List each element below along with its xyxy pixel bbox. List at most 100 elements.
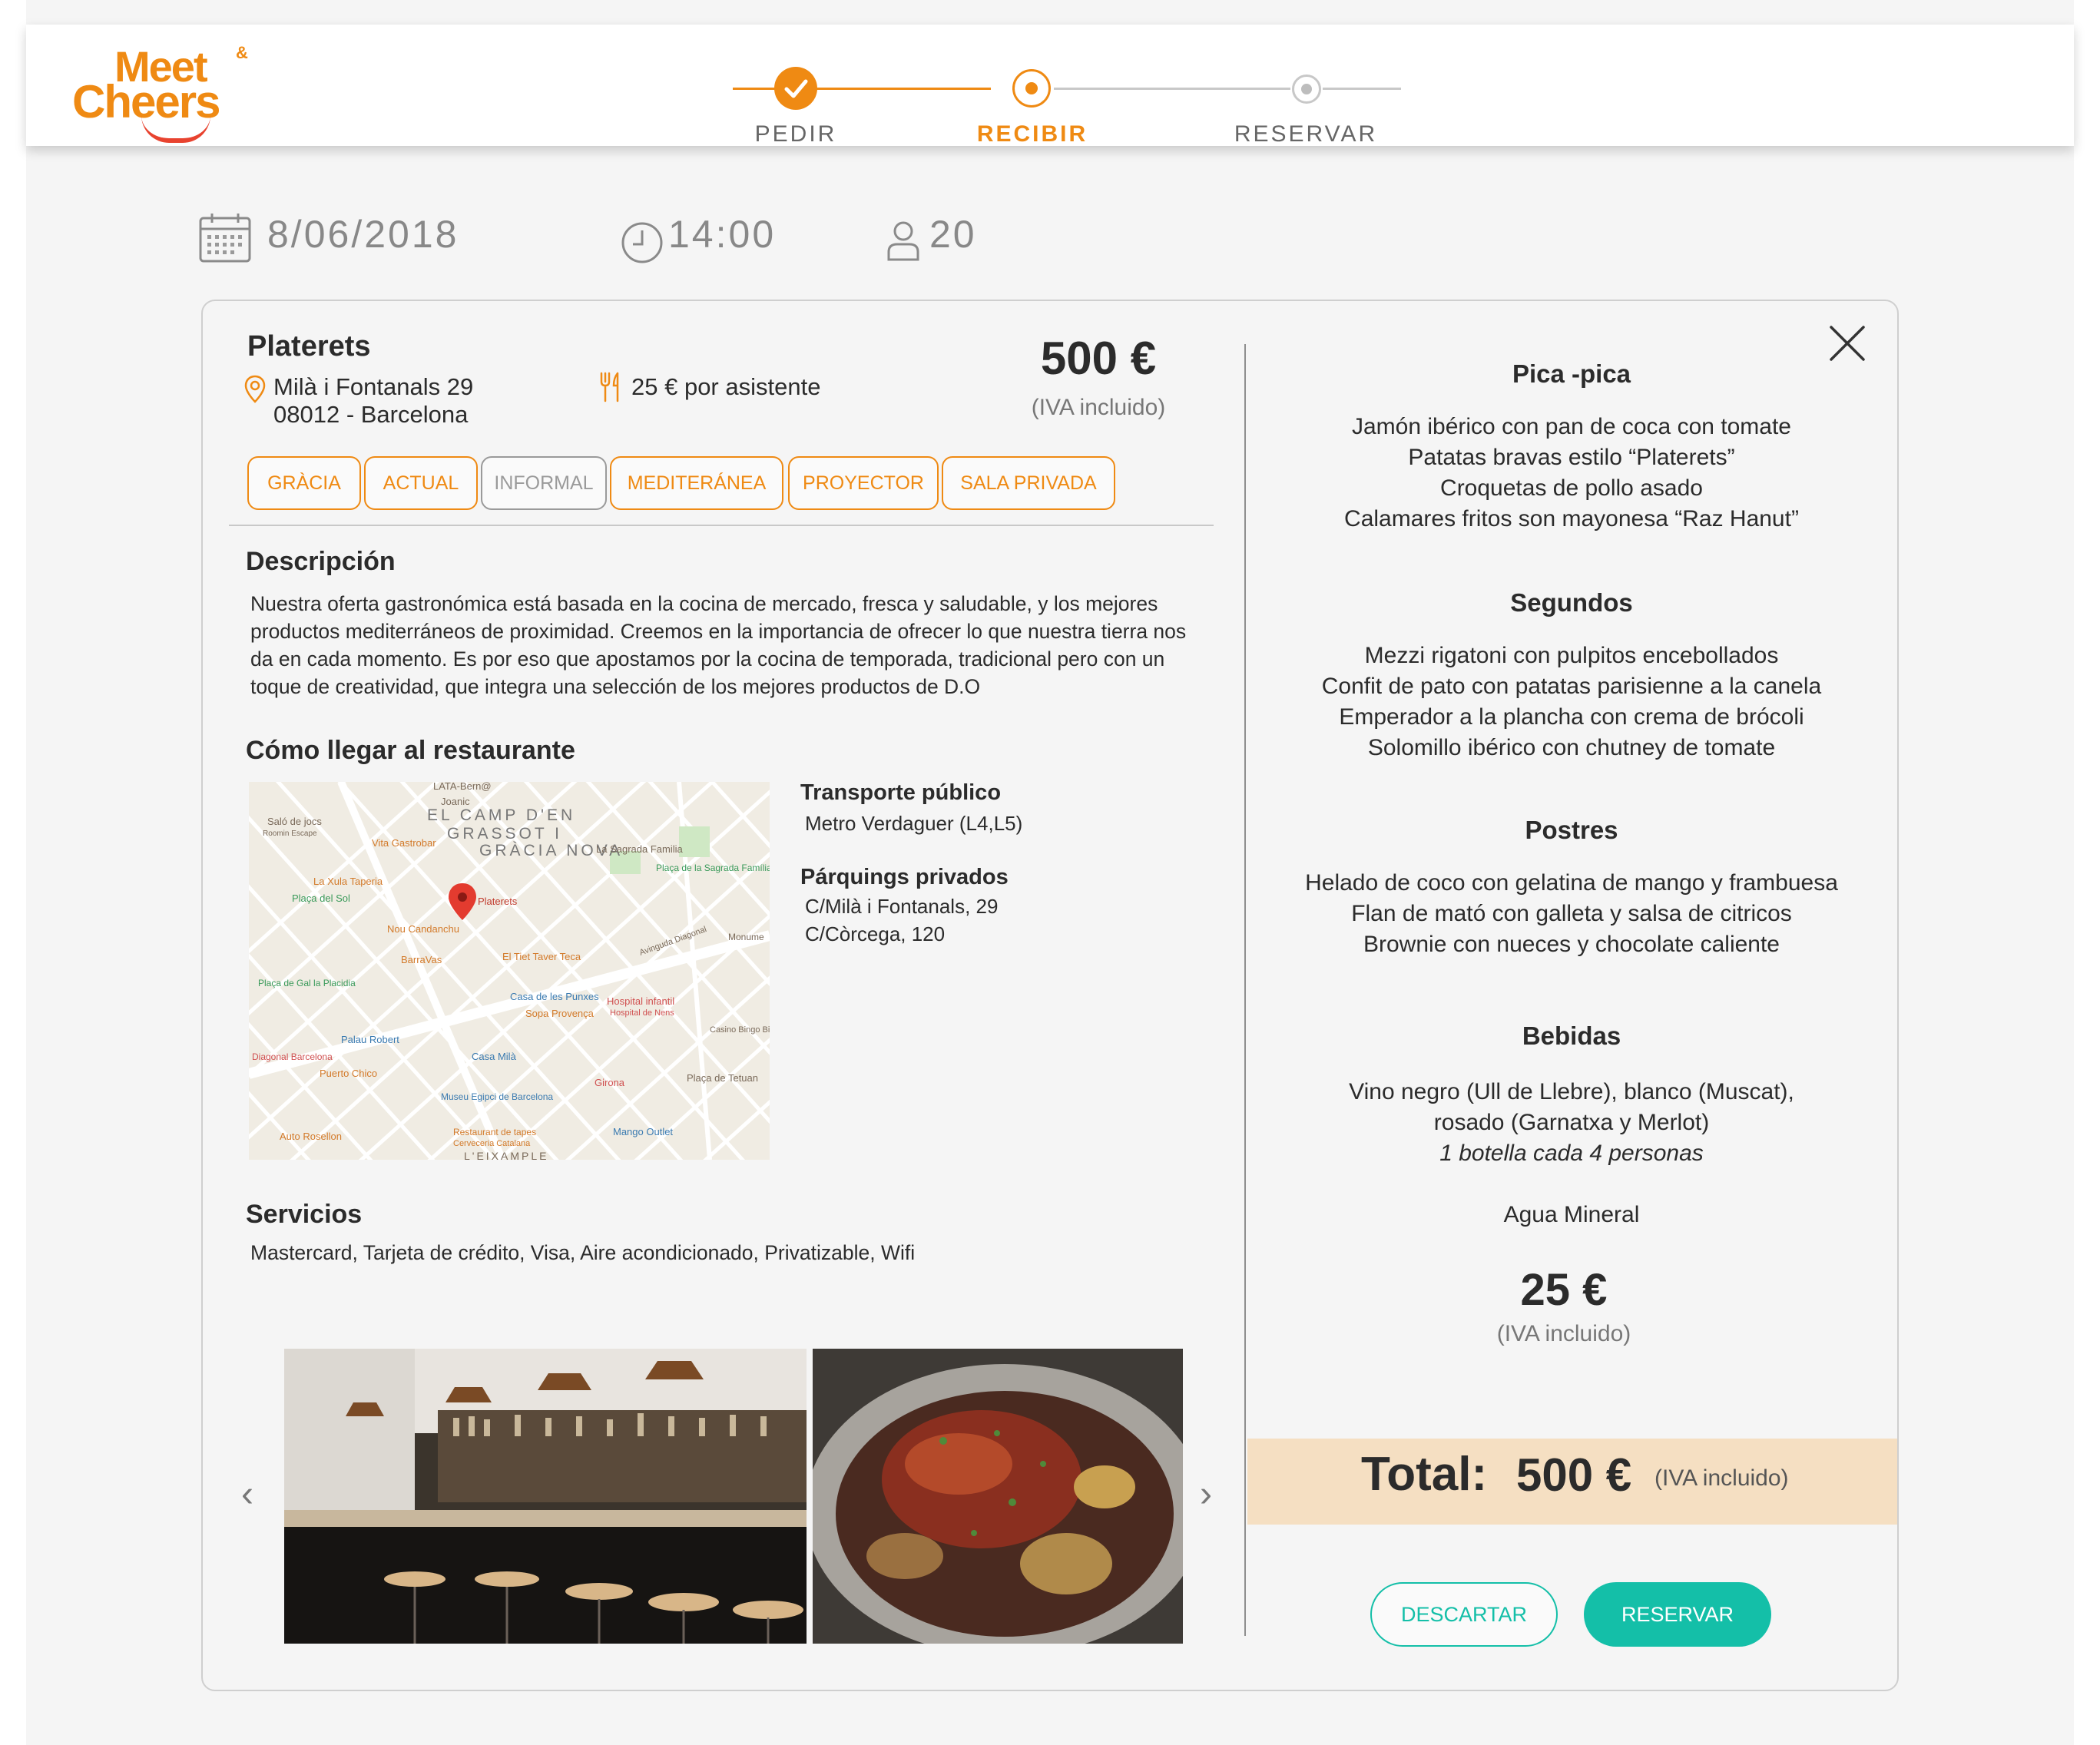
public-transport-text: Metro Verdaguer (L4,L5) <box>805 812 1023 835</box>
map-poi-punxes: Casa de les Punxes <box>510 991 599 1002</box>
step-label-recibir[interactable]: RECIBIR <box>932 121 1132 147</box>
gallery-photo-bar-interior[interactable] <box>284 1349 807 1644</box>
menu-item: Emperador a la plancha con crema de bróc… <box>1339 704 1804 730</box>
map-district-2: GRASSOT I <box>447 825 562 843</box>
menu-item: Solomillo ibérico con chutney de tomate <box>1367 735 1776 760</box>
map-poi-casino: Casino Bingo Billares <box>710 1025 770 1035</box>
gallery-prev-chevron-icon[interactable]: ‹ <box>241 1473 253 1515</box>
menu-drink-note: 1 botella cada 4 personas <box>1439 1141 1704 1166</box>
directions-title: Cómo llegar al restaurante <box>246 736 575 765</box>
map-poi-nens: Hospital de Nens <box>610 1008 674 1018</box>
menu-price: 25 € <box>1520 1265 1608 1315</box>
reserve-button[interactable]: RESERVAR <box>1584 1582 1771 1647</box>
map-poi-joanic: Joanic <box>441 796 470 807</box>
menu-section-bebidas: Bebidas Vino negro (Ull de Llebre), blan… <box>1250 1022 1893 1230</box>
step-reservar-dot-icon[interactable] <box>1292 75 1321 104</box>
stepper-line-pending <box>1054 88 1290 90</box>
step-recibir-dot-icon[interactable] <box>1012 69 1051 108</box>
location-map[interactable]: EL CAMP D'EN GRASSOT I GRÀCIA NOVA LATA-… <box>249 782 770 1160</box>
restaurant-address: Milà i Fontanals 29 08012 - Barcelona <box>273 373 473 429</box>
map-poi-sagrada: La Sagrada Familia <box>596 843 683 855</box>
booking-date[interactable]: 8/06/2018 <box>267 212 459 257</box>
cutlery-icon <box>599 372 622 406</box>
map-poi-tapes: Restaurant de tapes <box>453 1127 536 1137</box>
menu-section-postres: Postres Helado de coco con gelatina de m… <box>1250 816 1893 960</box>
map-poi-casa-mila: Casa Milà <box>472 1051 517 1062</box>
discard-button[interactable]: DESCARTAR <box>1370 1582 1558 1647</box>
public-transport-title: Transporte público <box>800 780 1002 805</box>
services-title: Servicios <box>246 1200 363 1229</box>
menu-item: Vino negro (Ull de Llebre), blanco (Musc… <box>1349 1079 1794 1104</box>
logo-text-amp: & <box>236 43 248 62</box>
map-poi-mango: Mango Outlet <box>613 1126 673 1137</box>
map-poi-puerto-chico: Puerto Chico <box>320 1068 377 1079</box>
map-poi-sopa: Sopa Provença <box>525 1008 595 1019</box>
menu-section-title: Segundos <box>1510 588 1633 617</box>
logo-smile-icon <box>141 115 210 143</box>
stepper-line-done <box>733 88 991 90</box>
tag-gracia[interactable]: GRÀCIA <box>247 456 361 510</box>
map-district-eixample: L'EIXAMPLE <box>464 1150 549 1160</box>
map-poi-placidia: Plaça de Gal la Placidia <box>258 978 356 988</box>
services-text: Mastercard, Tarjeta de crédito, Visa, Ai… <box>250 1241 916 1264</box>
step-label-reservar[interactable]: RESERVAR <box>1206 121 1406 147</box>
clock-icon <box>621 221 664 268</box>
location-pin-icon <box>244 375 266 408</box>
tag-actual[interactable]: ACTUAL <box>364 456 478 510</box>
menu-item: Brownie con nueces y chocolate caliente <box>1363 932 1780 957</box>
stepper-line-tail <box>1323 88 1401 90</box>
parking-line-1: C/Milà i Fontanals, 29 <box>805 895 999 918</box>
menu-item: Agua Mineral <box>1503 1202 1640 1227</box>
menu-section-pica-pica: Pica -pica Jamón ibérico con pan de coca… <box>1250 359 1893 535</box>
gallery-next-chevron-icon[interactable]: › <box>1200 1473 1212 1515</box>
map-poi-tiet: El Tiet Taver Teca <box>502 951 581 962</box>
menu-item: Confit de pato con patatas parisienne a … <box>1321 674 1822 699</box>
brand-logo[interactable]: Meet & Cheers <box>72 41 264 149</box>
total-label: Total: <box>1361 1448 1488 1501</box>
menu-section-title: Pica -pica <box>1512 359 1631 388</box>
description-title: Descripción <box>246 547 396 576</box>
menu-item: Mezzi rigatoni con pulpitos encebollados <box>1364 643 1779 668</box>
restaurant-vat-note: (IVA incluido) <box>1031 395 1166 420</box>
map-poi-candanchu: Nou Candanchu <box>387 923 459 935</box>
map-poi-vita: Vita Gastrobar <box>372 837 436 849</box>
menu-item: Flan de mató con galleta y salsa de citr… <box>1351 901 1792 926</box>
booking-guests[interactable]: 20 <box>929 212 977 257</box>
restaurant-name: Platerets <box>247 330 371 363</box>
address-line-2: 08012 - Barcelona <box>273 401 469 428</box>
card-vertical-divider <box>1244 344 1246 1636</box>
close-icon[interactable] <box>1827 323 1868 364</box>
map-poi-auto-rosellon: Auto Rosellon <box>280 1131 342 1142</box>
tag-informal[interactable]: INFORMAL <box>481 456 607 510</box>
map-poi-diagonal-bcn: Diagonal Barcelona <box>252 1051 333 1062</box>
map-poi-palau-robert: Palau Robert <box>341 1034 399 1045</box>
gallery-photo-dish[interactable] <box>813 1349 1183 1644</box>
step-pedir-check-icon[interactable] <box>774 67 817 110</box>
section-divider <box>229 525 1214 526</box>
tag-proyector[interactable]: PROYECTOR <box>788 456 939 510</box>
description-text: Nuestra oferta gastronómica está basada … <box>250 592 1187 698</box>
map-poi-girona: Girona <box>595 1077 625 1088</box>
person-icon <box>886 220 920 265</box>
step-label-pedir[interactable]: PEDIR <box>696 121 896 147</box>
menu-section-title: Bebidas <box>1522 1022 1621 1050</box>
map-poi-museu: Museu Egipci de Barcelona <box>441 1091 553 1102</box>
map-poi-hospital: Hospital infantil <box>607 995 674 1007</box>
map-poi-tetuan: Plaça de Tetuan <box>687 1072 758 1084</box>
map-poi-roomin: Roomin Escape <box>263 829 317 838</box>
tag-sala-privada[interactable]: SALA PRIVADA <box>942 456 1115 510</box>
address-line-1: Milà i Fontanals 29 <box>273 373 474 400</box>
menu-item: Calamares fritos son mayonesa “Raz Hanut… <box>1344 506 1799 531</box>
map-poi-salo: Saló de jocs <box>267 816 322 827</box>
total-value: 500 € <box>1516 1449 1632 1501</box>
booking-time[interactable]: 14:00 <box>668 212 776 257</box>
menu-section-title: Postres <box>1525 816 1618 844</box>
menu-item: Jamón ibérico con pan de coca con tomate <box>1351 414 1791 439</box>
tag-mediteranea[interactable]: MEDITERÁNEA <box>610 456 783 510</box>
parking-title: Párquings privados <box>800 865 1009 889</box>
total-vat-note: (IVA incluido) <box>1654 1465 1789 1491</box>
map-poi-xula: La Xula Taperia <box>313 876 383 887</box>
menu-item: Croquetas de pollo asado <box>1440 475 1703 501</box>
top-header: Meet & Cheers PEDIR RECIBIR RESERVAR <box>26 25 2074 149</box>
map-poi-barravas: BarraVas <box>401 954 442 965</box>
